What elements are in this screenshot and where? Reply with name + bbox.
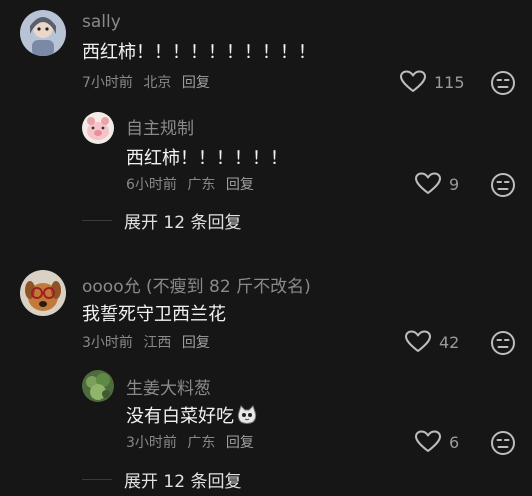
comment-item: oooo允 (不瘦到 82 斤不改名) 我誓死守卫西兰花 3小时前 江西 回复 … <box>0 260 532 360</box>
like-count: 9 <box>449 174 460 194</box>
cat-face-icon <box>237 405 257 424</box>
avatar[interactable] <box>20 270 66 316</box>
like-button[interactable]: 115 <box>400 70 465 94</box>
comment-time: 7小时前 <box>82 75 133 91</box>
reply-button[interactable]: 回复 <box>182 75 210 91</box>
like-count: 42 <box>439 332 460 352</box>
expand-replies-label: 展开 12 条回复 <box>124 472 242 492</box>
reply-button[interactable]: 回复 <box>226 435 254 451</box>
divider-line <box>82 479 112 480</box>
heart-icon <box>400 70 426 92</box>
like-button[interactable]: 42 <box>405 330 459 354</box>
comment-item: sally 西红柿！！！！！！！！！！ 7小时前 北京 回复 115 <box>0 0 532 100</box>
reply-time: 6小时前 <box>126 177 177 193</box>
dislike-button[interactable] <box>490 70 516 96</box>
heart-icon <box>405 330 431 352</box>
reply-item: 生姜大料葱 没有白菜好吃 3小时前 广东 回复 6 <box>0 360 532 460</box>
like-button[interactable]: 9 <box>415 172 459 196</box>
like-button[interactable]: 6 <box>415 430 459 454</box>
comment-username[interactable]: sally <box>82 12 121 32</box>
reply-meta: 6小时前 广东 回复 <box>126 174 260 194</box>
reply-text: 西红柿！！！！！！ <box>126 148 288 169</box>
comment-text: 西红柿！！！！！！！！！！ <box>82 42 316 63</box>
dislike-face-icon <box>491 431 515 455</box>
avatar[interactable] <box>82 370 114 402</box>
reply-username[interactable]: 生姜大料葱 <box>126 374 211 399</box>
expand-replies-label: 展开 12 条回复 <box>124 213 242 233</box>
expand-replies-button[interactable]: 展开 12 条回复 <box>82 208 241 233</box>
girl-avatar-icon <box>20 10 66 56</box>
dislike-button[interactable] <box>490 330 516 356</box>
comment-location: 北京 <box>143 75 172 91</box>
divider-line <box>82 220 112 221</box>
reply-location: 广东 <box>187 177 216 193</box>
dislike-face-icon <box>491 173 515 197</box>
heart-icon <box>415 172 441 194</box>
pig-avatar-icon <box>82 112 114 144</box>
dislike-button[interactable] <box>490 430 516 456</box>
reply-time: 3小时前 <box>126 435 177 451</box>
reply-button[interactable]: 回复 <box>226 177 254 193</box>
dislike-face-icon <box>491 71 515 95</box>
reply-location: 广东 <box>187 435 216 451</box>
avatar[interactable] <box>82 112 114 144</box>
heart-icon <box>415 430 441 452</box>
reply-meta: 3小时前 广东 回复 <box>126 432 260 452</box>
reply-text: 没有白菜好吃 <box>126 402 258 428</box>
like-count: 6 <box>449 432 460 452</box>
comment-time: 3小时前 <box>82 335 133 351</box>
reply-text-content: 没有白菜好吃 <box>126 406 234 427</box>
dislike-face-icon <box>491 331 515 355</box>
reply-button[interactable]: 回复 <box>182 335 210 351</box>
comment-text: 我誓死守卫西兰花 <box>82 304 226 325</box>
like-count: 115 <box>434 72 465 92</box>
comment-meta: 7小时前 北京 回复 <box>82 72 216 92</box>
plant-avatar-icon <box>82 370 114 402</box>
expand-replies-button[interactable]: 展开 12 条回复 <box>82 467 241 492</box>
reply-username[interactable]: 自主规制 <box>126 114 194 139</box>
avatar[interactable] <box>20 10 66 56</box>
dislike-button[interactable] <box>490 172 516 198</box>
reply-item: 自主规制 西红柿！！！！！！ 6小时前 广东 回复 9 <box>0 100 532 200</box>
comment-username[interactable]: oooo允 (不瘦到 82 斤不改名) <box>82 272 311 297</box>
comment-location: 江西 <box>143 335 172 351</box>
comment-meta: 3小时前 江西 回复 <box>82 332 216 352</box>
dog-avatar-icon <box>20 270 66 316</box>
